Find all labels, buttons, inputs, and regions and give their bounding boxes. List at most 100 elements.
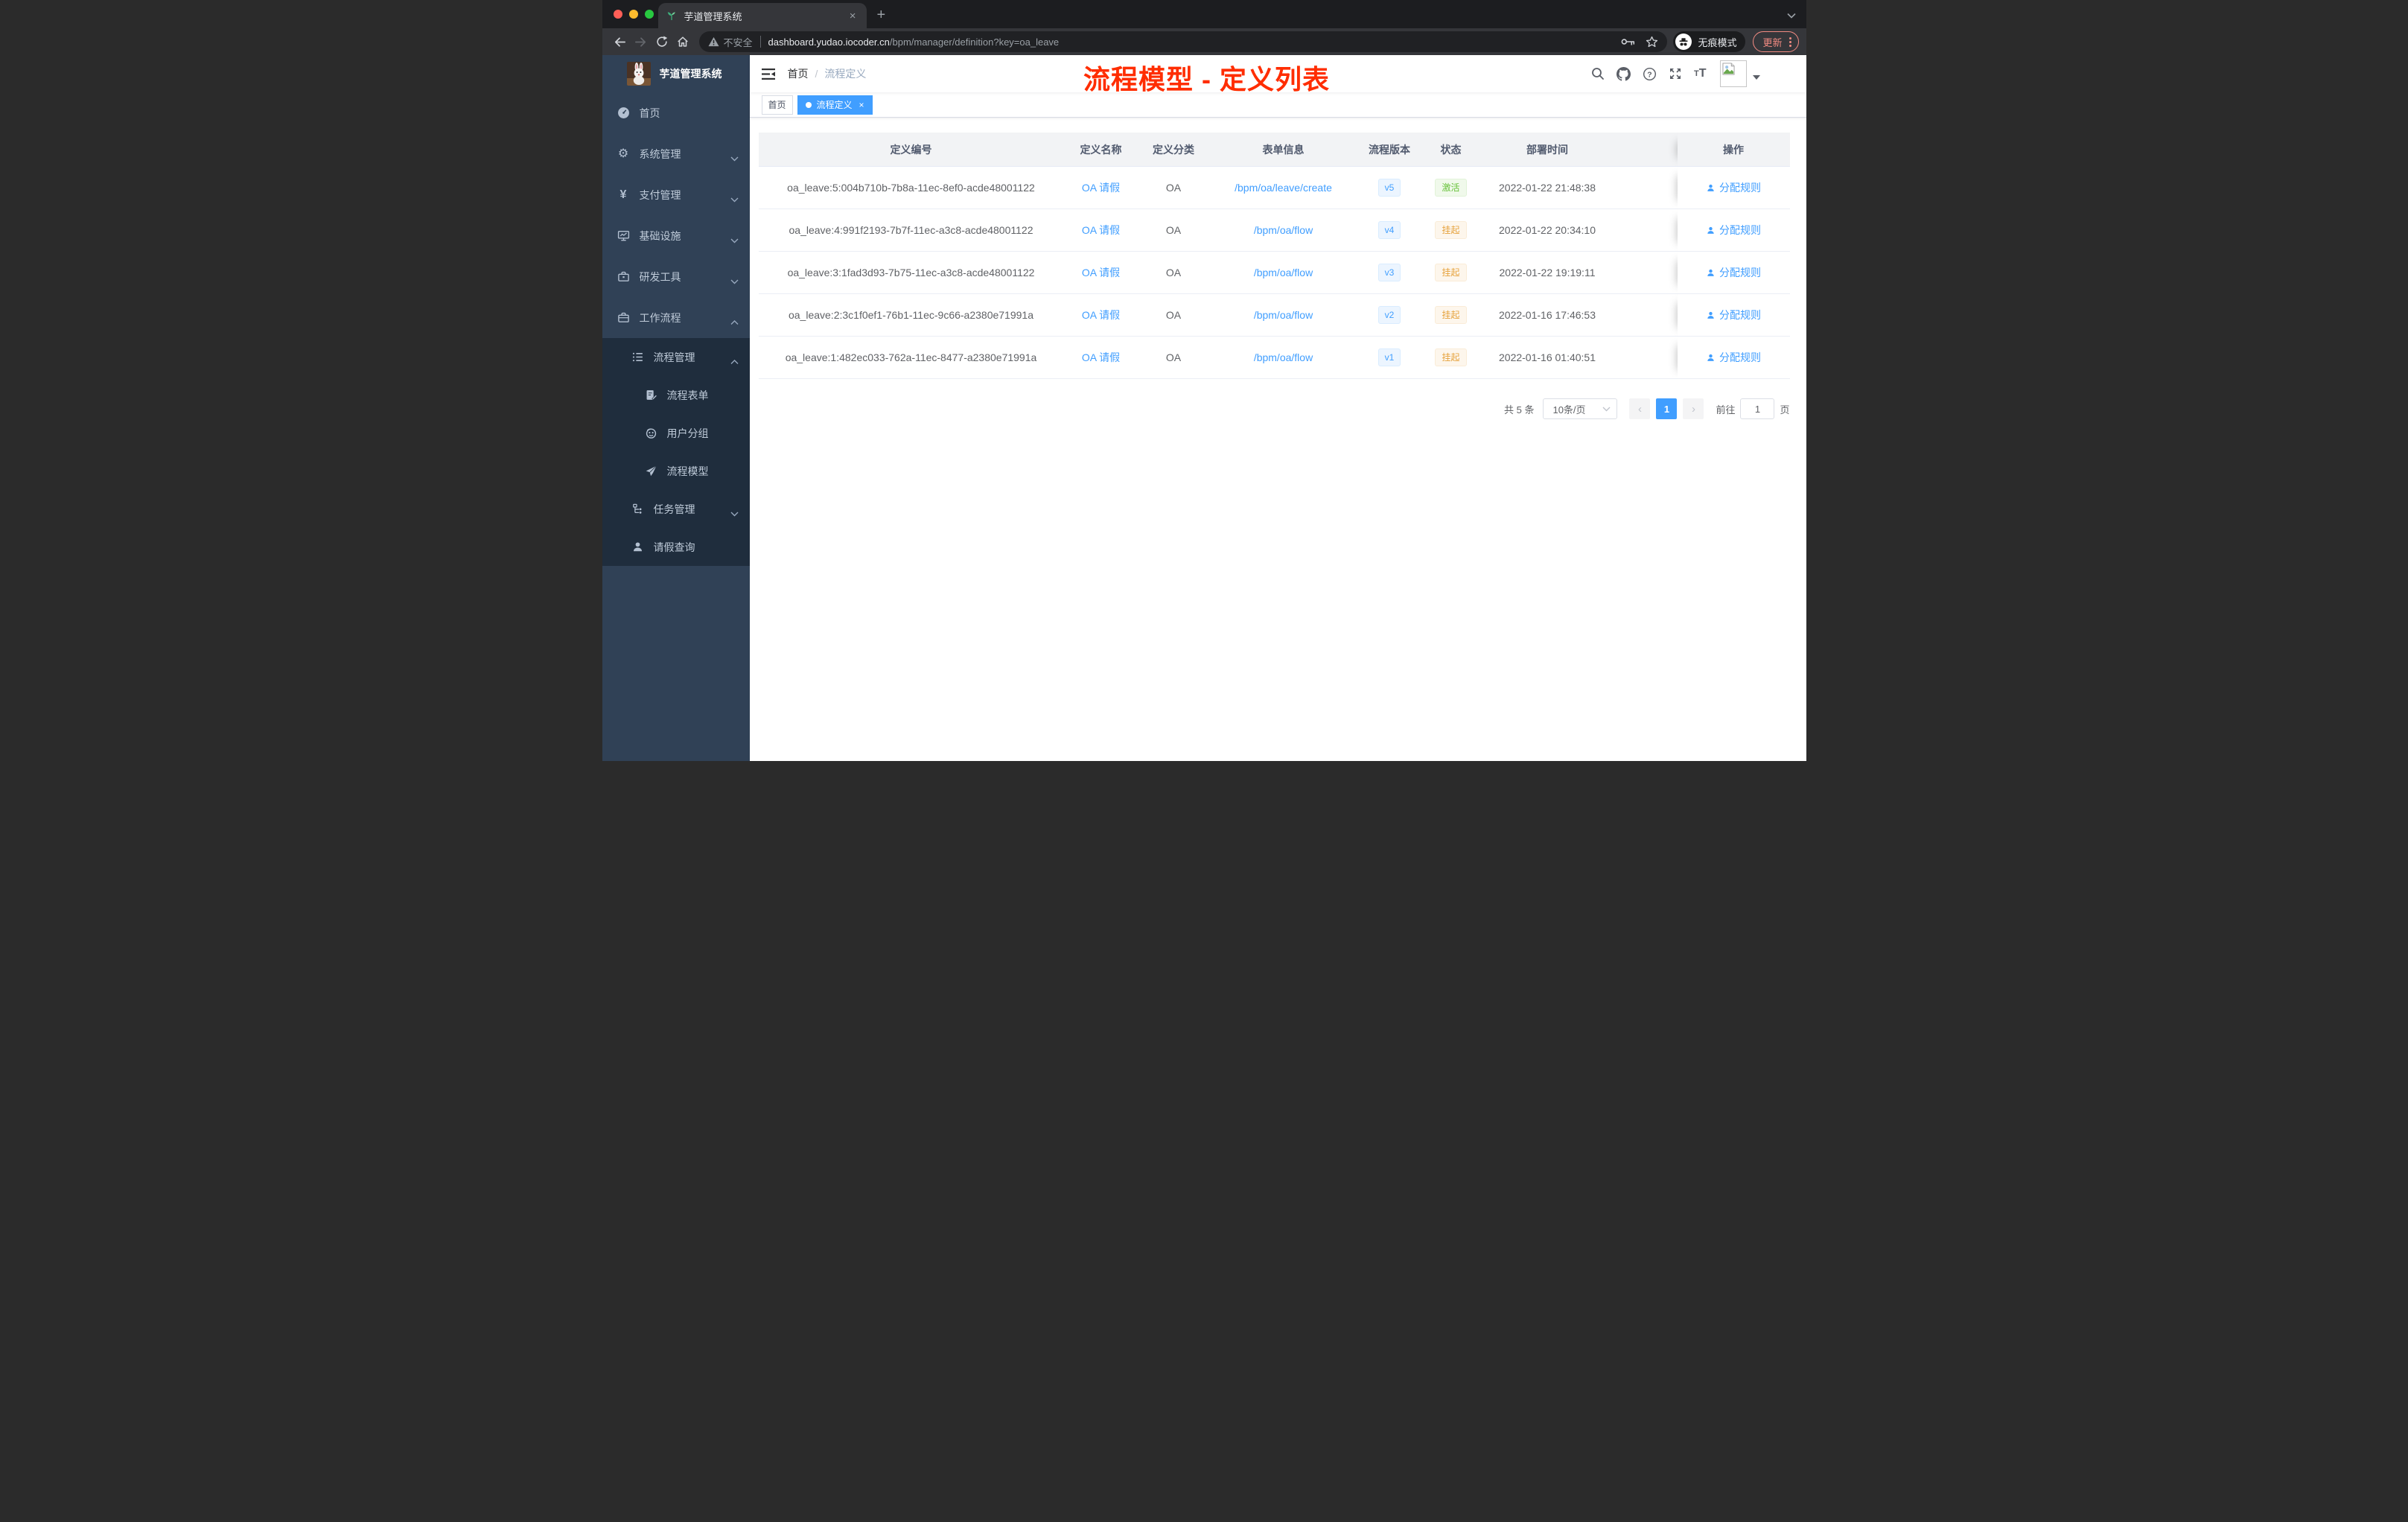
definition-name-link[interactable]: OA 请假 (1082, 309, 1120, 321)
browser-menu-icon[interactable] (1789, 36, 1791, 48)
assign-rule-link[interactable]: 分配规则 (1706, 265, 1761, 280)
form-link[interactable]: /bpm/oa/flow (1254, 224, 1313, 236)
sidebar-item-label: 流程模型 (666, 465, 709, 477)
sidebar-item-label: 研发工具 (639, 270, 681, 283)
browser-update-button[interactable]: 更新 (1753, 31, 1799, 52)
tab-strip: 芋道管理系统 × + (602, 0, 1806, 28)
user-icon (631, 541, 644, 553)
app-title: 芋道管理系统 (659, 68, 722, 80)
bookmark-star-icon[interactable] (1646, 36, 1658, 48)
form-link[interactable]: /bpm/oa/flow (1254, 267, 1313, 278)
tag-home[interactable]: 首页 (761, 95, 793, 115)
sidebar-item-user-group[interactable]: 用户分组 (602, 414, 750, 452)
key-icon[interactable] (1621, 37, 1635, 46)
help-icon[interactable]: ? (1637, 67, 1663, 81)
status-badge: 挂起 (1435, 348, 1467, 366)
avatar[interactable] (1719, 60, 1747, 87)
definition-name-link[interactable]: OA 请假 (1082, 351, 1120, 363)
navbar-actions: ? TT (1585, 60, 1760, 87)
close-window-button[interactable] (613, 10, 622, 19)
definition-name-link[interactable]: OA 请假 (1082, 267, 1120, 278)
sidebar-item-process-management[interactable]: 流程管理 (602, 338, 750, 376)
sidebar-item-label: 基础设施 (639, 229, 681, 242)
assign-rule-link[interactable]: 分配规则 (1706, 350, 1761, 365)
cell-deploy-time: 2022-01-16 01:40:51 (1480, 336, 1614, 379)
sidebar-logo[interactable]: 芋道管理系统 (602, 55, 750, 92)
address-bar[interactable]: 不安全 dashboard.yudao.iocoder.cn/bpm/manag… (698, 31, 1668, 52)
warning-icon (708, 36, 719, 47)
tab-close-icon[interactable]: × (847, 9, 859, 23)
github-icon[interactable] (1611, 66, 1637, 81)
definition-name-link[interactable]: OA 请假 (1082, 224, 1120, 236)
cell-deploy-time: 2022-01-16 17:46:53 (1480, 293, 1614, 337)
sidebar-item-home[interactable]: 首页 (602, 92, 750, 133)
page-size-select[interactable]: 10条/页 (1543, 398, 1618, 419)
fullscreen-icon[interactable] (1663, 67, 1688, 80)
assign-rule-link[interactable]: 分配规则 (1706, 308, 1761, 322)
logo-rabbit-image (626, 62, 651, 86)
goto-page-input[interactable] (1740, 398, 1775, 419)
definition-name-link[interactable]: OA 请假 (1082, 182, 1120, 194)
maximize-window-button[interactable] (644, 10, 654, 19)
column-header-form: 表单信息 (1208, 133, 1358, 167)
assign-rule-link[interactable]: 分配规则 (1706, 223, 1761, 238)
url-text[interactable]: dashboard.yudao.iocoder.cn/bpm/manager/d… (768, 36, 1060, 48)
form-link[interactable]: /bpm/oa/leave/create (1235, 182, 1332, 194)
sidebar-item-devtools[interactable]: 研发工具 (602, 256, 750, 297)
forward-button[interactable] (631, 31, 652, 52)
url-path: /bpm/manager/definition?key=oa_leave (889, 36, 1060, 48)
column-header-name: 定义名称 (1063, 133, 1138, 167)
user-menu[interactable] (1719, 60, 1760, 87)
form-icon (645, 389, 657, 401)
sidebar-item-payment[interactable]: ¥ 支付管理 (602, 174, 750, 215)
sidebar-item-system[interactable]: ⚙ 系统管理 (602, 133, 750, 174)
next-page-button[interactable]: › (1683, 398, 1704, 419)
sidebar-item-label: 支付管理 (639, 188, 681, 201)
sidebar-item-infrastructure[interactable]: 基础设施 (602, 215, 750, 256)
form-link[interactable]: /bpm/oa/flow (1254, 309, 1313, 321)
sidebar-item-label: 请假查询 (653, 541, 695, 553)
back-button[interactable] (610, 31, 631, 52)
breadcrumb-home[interactable]: 首页 (788, 66, 809, 81)
svg-text:?: ? (1647, 71, 1651, 79)
table-row: oa_leave:2:3c1f0ef1-76b1-11ec-9c66-a2380… (758, 293, 1790, 337)
new-tab-button[interactable]: + (877, 7, 886, 22)
status-badge: 挂起 (1435, 306, 1467, 324)
fontsize-icon[interactable]: TT (1688, 67, 1713, 80)
plane-icon (645, 465, 657, 477)
sidebar-item-task-management[interactable]: 任务管理 (602, 490, 750, 528)
chevron-down-icon (730, 275, 739, 287)
home-button[interactable] (672, 31, 693, 52)
goto-unit: 页 (1780, 404, 1790, 415)
tab-search-chevron-icon[interactable] (1786, 9, 1796, 22)
tag-process-definition[interactable]: 流程定义 × (797, 95, 873, 115)
assign-rule-link[interactable]: 分配规则 (1706, 180, 1761, 195)
reload-button[interactable] (652, 31, 672, 52)
security-label[interactable]: 不安全 (724, 35, 753, 49)
dashboard-icon (617, 106, 630, 119)
sidebar-item-workflow[interactable]: 工作流程 (602, 297, 750, 338)
sidebar-item-process-model[interactable]: 流程模型 (602, 452, 750, 490)
sidebar-collapse-icon[interactable] (761, 68, 782, 80)
sidebar-item-process-form[interactable]: 流程表单 (602, 376, 750, 414)
sidebar-menu: 首页 ⚙ 系统管理 ¥ 支付管理 基础设施 研发工具 工作流程 流程管理 流程表… (602, 92, 750, 566)
form-link[interactable]: /bpm/oa/flow (1254, 351, 1313, 363)
tag-close-icon[interactable]: × (859, 101, 864, 109)
cell-definition-id: oa_leave:5:004b710b-7b8a-11ec-8ef0-acde4… (758, 166, 1064, 209)
chevron-up-icon (730, 316, 739, 328)
sidebar-item-leave-query[interactable]: 请假查询 (602, 528, 750, 566)
tab-title: 芋道管理系统 (684, 10, 742, 22)
column-header-category: 定义分类 (1138, 133, 1209, 167)
status-badge: 激活 (1435, 179, 1467, 197)
caret-down-icon (1752, 75, 1760, 80)
browser-tab[interactable]: 芋道管理系统 × (657, 3, 867, 28)
favicon-sprout-icon (666, 10, 678, 22)
version-badge: v3 (1377, 264, 1401, 281)
page-number-button[interactable]: 1 (1656, 398, 1678, 419)
filler-cell (1614, 336, 1678, 379)
minimize-window-button[interactable] (628, 10, 638, 19)
column-header-version: 流程版本 (1357, 133, 1421, 167)
cell-deploy-time: 2022-01-22 20:34:10 (1480, 208, 1614, 252)
prev-page-button[interactable]: ‹ (1629, 398, 1651, 419)
search-icon[interactable] (1585, 67, 1611, 80)
